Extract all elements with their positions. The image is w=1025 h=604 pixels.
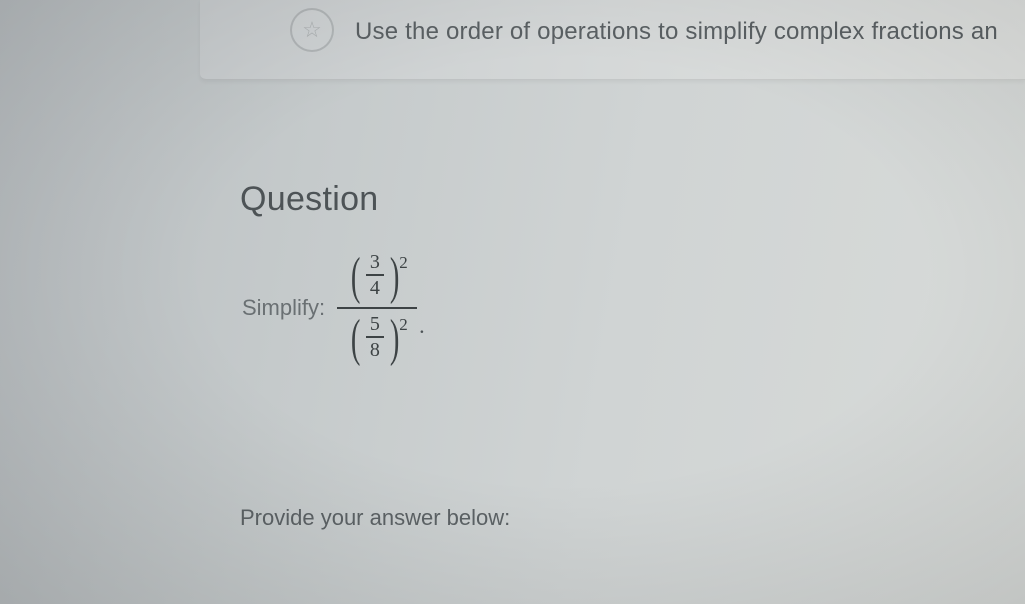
topic-title: Use the order of operations to simplify … (355, 18, 998, 46)
left-paren-icon: ( (350, 313, 360, 365)
numerator-group: ( 3 4 ) 2 (341, 249, 414, 305)
main-fraction-bar-icon (337, 307, 417, 309)
denominator-group: ( 5 8 ) 2 (341, 311, 414, 367)
complex-fraction: ( 3 4 ) 2 ( 5 8 ) 2 (337, 249, 417, 367)
denominator-value: 8 (368, 339, 382, 361)
exponent-bottom: 2 (399, 315, 408, 335)
question-heading: Question (240, 180, 985, 219)
right-paren-icon: ) (390, 251, 400, 303)
fraction-bar-icon (366, 336, 384, 338)
inner-fraction-bottom: 5 8 (364, 313, 386, 361)
numerator-value: 3 (368, 251, 382, 273)
inner-fraction-top: 3 4 (364, 251, 386, 299)
question-section: Question Simplify: ( 3 4 ) 2 ( 5 8 (240, 180, 985, 367)
favorite-star-icon[interactable]: ☆ (290, 8, 334, 52)
simplify-label: Simplify: (242, 295, 325, 321)
left-paren-icon: ( (350, 251, 360, 303)
star-icon: ☆ (302, 17, 322, 43)
problem-expression: Simplify: ( 3 4 ) 2 ( 5 8 (242, 249, 985, 367)
fraction-bar-icon (366, 274, 384, 276)
numerator-value: 5 (368, 313, 382, 335)
exponent-top: 2 (399, 253, 408, 273)
denominator-value: 4 (368, 277, 382, 299)
answer-prompt: Provide your answer below: (240, 505, 510, 531)
expression-period: . (419, 313, 425, 339)
right-paren-icon: ) (390, 313, 400, 365)
